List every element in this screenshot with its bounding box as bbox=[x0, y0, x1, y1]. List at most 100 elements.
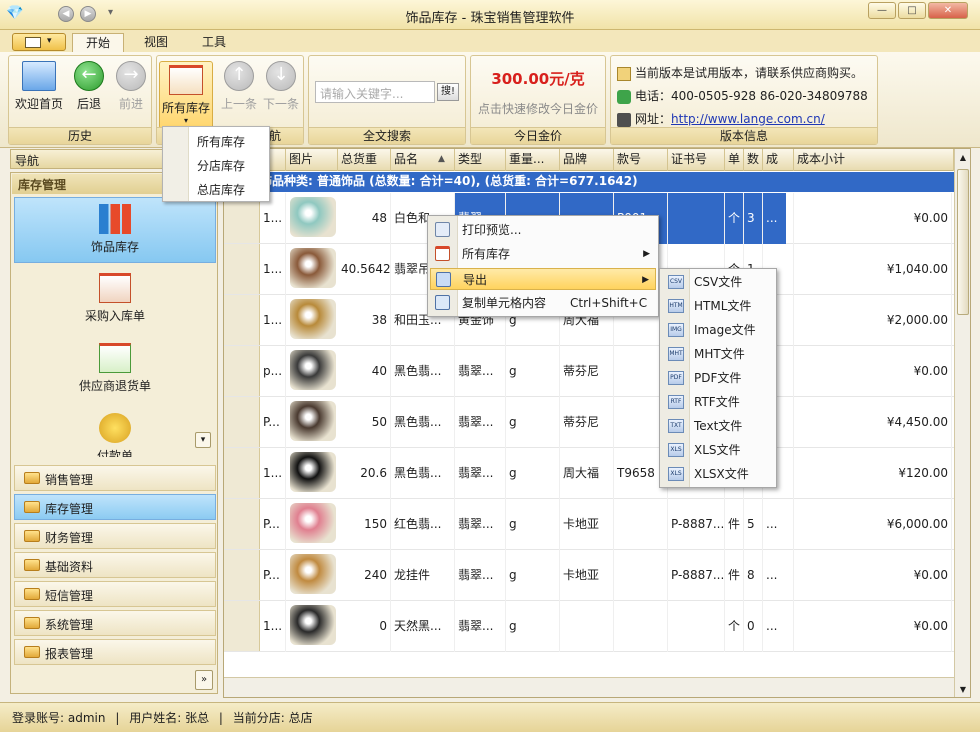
nav-basic-data[interactable]: 基础资料 bbox=[14, 552, 216, 578]
cell-id[interactable]: 1... bbox=[260, 448, 286, 499]
cell-unit_w[interactable]: g bbox=[506, 346, 560, 397]
cell-id[interactable]: 1... bbox=[260, 601, 286, 652]
product-thumbnail[interactable] bbox=[290, 503, 336, 543]
nav-reports[interactable]: 报表管理 bbox=[14, 639, 216, 665]
group-row[interactable]: 饰品种类: 普通饰品 (总数量: 合计=40), (总货重: 合计=677.16… bbox=[260, 172, 954, 192]
horizontal-scrollbar[interactable] bbox=[224, 677, 954, 697]
all-stock-button[interactable]: 所有库存 ▾ bbox=[159, 61, 213, 129]
export-item[interactable]: CSV CSV文件 bbox=[662, 271, 774, 293]
cell-id[interactable]: P... bbox=[260, 499, 286, 550]
product-thumbnail[interactable] bbox=[290, 554, 336, 594]
header-image[interactable]: 图片 bbox=[286, 149, 338, 171]
cell-name[interactable]: 红色翡... bbox=[391, 499, 455, 550]
nav-finance[interactable]: 财务管理 bbox=[14, 523, 216, 549]
cell-weight[interactable]: 20.6 bbox=[338, 448, 391, 499]
cell-qty[interactable]: 5 bbox=[744, 499, 763, 550]
cell-c[interactable]: ... bbox=[763, 601, 794, 652]
cell-weight[interactable]: 240 bbox=[338, 550, 391, 601]
header-total-weight[interactable]: 总货重 bbox=[338, 149, 391, 171]
cell-weight[interactable]: 50 bbox=[338, 397, 391, 448]
cell-weight[interactable]: 38 bbox=[338, 295, 391, 346]
tab-start[interactable]: 开始 bbox=[72, 33, 124, 52]
cell-style[interactable] bbox=[614, 499, 668, 550]
header-brand[interactable]: 品牌 bbox=[560, 149, 614, 171]
nav-supplier-return[interactable]: 供应商退货单 bbox=[14, 337, 216, 403]
row-indicator[interactable] bbox=[224, 448, 260, 498]
cell-weight[interactable]: 48 bbox=[338, 193, 391, 244]
scroll-up-icon[interactable]: ▲ bbox=[956, 150, 970, 166]
cell-c[interactable]: ... bbox=[763, 499, 794, 550]
cell-cost[interactable]: ¥2,000.00 bbox=[794, 295, 952, 346]
cell-id[interactable]: 1... bbox=[260, 244, 286, 295]
cell-cert[interactable]: P-8887... bbox=[668, 499, 725, 550]
export-item[interactable]: PDF PDF文件 bbox=[662, 367, 774, 389]
scroll-down-icon[interactable]: ▼ bbox=[956, 682, 970, 697]
dropdown-head-office-stock[interactable]: 总店库存 bbox=[197, 181, 245, 198]
gold-price[interactable]: 300.00元/克 bbox=[471, 68, 605, 89]
cell-c[interactable]: ... bbox=[763, 193, 794, 244]
cell-type[interactable]: 翡翠... bbox=[455, 499, 506, 550]
cell-brand[interactable]: 卡地亚 bbox=[560, 550, 614, 601]
cell-brand[interactable]: 卡地亚 bbox=[560, 499, 614, 550]
export-item[interactable]: XLS XLS文件 bbox=[662, 439, 774, 461]
maximize-button[interactable]: □ bbox=[898, 2, 926, 19]
nav-expand-icon[interactable]: » bbox=[195, 670, 213, 690]
cell-unit_w[interactable]: g bbox=[506, 550, 560, 601]
header-cost[interactable]: 成 bbox=[763, 149, 794, 171]
table-row[interactable]: P... 50 黑色翡... 翡翠... g 蒂芬尼 ¥4,450.00 bbox=[224, 397, 954, 448]
nav-payment[interactable]: 付款单 bbox=[14, 407, 216, 457]
cell-type[interactable]: 翡翠... bbox=[455, 448, 506, 499]
cell-unit[interactable]: 个 bbox=[725, 601, 744, 652]
cell-style[interactable] bbox=[614, 550, 668, 601]
next-record-button[interactable]: ↓ 下一条 bbox=[261, 61, 301, 112]
header-quantity[interactable]: 数 bbox=[744, 149, 763, 171]
cell-cert[interactable] bbox=[668, 601, 725, 652]
menu-print-preview[interactable]: 打印预览... bbox=[430, 219, 656, 241]
cell-type[interactable]: 翡翠... bbox=[455, 346, 506, 397]
cell-type[interactable]: 翡翠... bbox=[455, 601, 506, 652]
cell-unit_w[interactable]: g bbox=[506, 448, 560, 499]
cell-qty[interactable]: 3 bbox=[744, 193, 763, 244]
cell-c[interactable]: ... bbox=[763, 550, 794, 601]
header-name[interactable]: 品名 bbox=[391, 149, 455, 171]
cell-type[interactable]: 翡翠... bbox=[455, 397, 506, 448]
cell-unit_w[interactable]: g bbox=[506, 397, 560, 448]
cell-weight[interactable]: 0 bbox=[338, 601, 391, 652]
tab-view[interactable]: 视图 bbox=[130, 33, 182, 52]
forward-button[interactable]: → 前进 bbox=[111, 61, 151, 112]
header-type[interactable]: 类型 bbox=[455, 149, 506, 171]
export-item[interactable]: MHT MHT文件 bbox=[662, 343, 774, 365]
cell-id[interactable]: P... bbox=[260, 550, 286, 601]
cell-cost[interactable]: ¥0.00 bbox=[794, 346, 952, 397]
cell-style[interactable] bbox=[614, 601, 668, 652]
cell-weight[interactable]: 150 bbox=[338, 499, 391, 550]
table-row[interactable]: p... 40 黑色翡... 翡翠... g 蒂芬尼 ¥0.00 bbox=[224, 346, 954, 397]
product-thumbnail[interactable] bbox=[290, 401, 336, 441]
cell-type[interactable]: 翡翠... bbox=[455, 550, 506, 601]
row-indicator[interactable] bbox=[224, 550, 260, 600]
cell-cost[interactable]: ¥4,450.00 bbox=[794, 397, 952, 448]
cell-unit[interactable]: 个 bbox=[725, 193, 744, 244]
nav-inventory[interactable]: 库存管理 bbox=[14, 494, 216, 520]
cell-cert[interactable]: P-8887... bbox=[668, 550, 725, 601]
dropdown-all-stock[interactable]: 所有库存 bbox=[197, 133, 245, 150]
header-certificate[interactable]: 证书号 bbox=[668, 149, 725, 171]
product-thumbnail[interactable] bbox=[290, 248, 336, 288]
nav-purchase-receipt[interactable]: 采购入库单 bbox=[14, 267, 216, 333]
cell-unit_w[interactable]: g bbox=[506, 601, 560, 652]
cell-brand[interactable] bbox=[560, 601, 614, 652]
product-thumbnail[interactable] bbox=[290, 452, 336, 492]
cell-name[interactable]: 黑色翡... bbox=[391, 448, 455, 499]
minimize-button[interactable]: — bbox=[868, 2, 896, 19]
dropdown-branch-stock[interactable]: 分店库存 bbox=[197, 157, 245, 174]
row-indicator[interactable] bbox=[224, 346, 260, 396]
home-button[interactable]: 欢迎首页 bbox=[13, 61, 65, 112]
header-unit[interactable]: 单 bbox=[725, 149, 744, 171]
cell-cert[interactable] bbox=[668, 193, 725, 244]
header-unit-weight[interactable]: 重量... bbox=[506, 149, 560, 171]
menu-export[interactable]: 导出 ▶ bbox=[430, 268, 656, 290]
nav-scroll-down-icon[interactable]: ▾ bbox=[195, 432, 211, 448]
prev-record-button[interactable]: ↑ 上一条 bbox=[219, 61, 259, 112]
vertical-scrollbar[interactable]: ▲ ▼ bbox=[954, 149, 970, 697]
back-button[interactable]: ← 后退 bbox=[69, 61, 109, 112]
